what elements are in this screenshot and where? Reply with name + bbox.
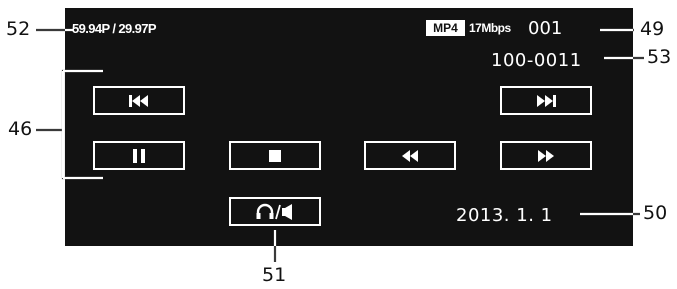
folder-file-number: 100-0011 [491,50,582,71]
callout-50: 50 [643,202,668,224]
callout-51: 51 [262,264,287,286]
rewind-button[interactable] [364,141,456,170]
frame-rate-label: 59.94P / 29.97P [72,21,157,36]
callout-46: 46 [8,118,33,140]
stop-icon [269,149,281,162]
callout-52: 52 [6,18,31,40]
headphones-speaker-icon [256,203,292,220]
skip-back-button[interactable] [93,86,185,115]
callout-53: 53 [647,46,672,68]
audio-output-button[interactable] [229,197,321,226]
bitrate-label: 17Mbps [469,21,511,35]
skip-forward-button[interactable] [500,86,592,115]
stop-button[interactable] [229,141,321,170]
skip-back-icon [129,94,148,107]
fast-forward-button[interactable] [500,141,592,170]
pause-icon [133,148,145,163]
fast-forward-icon [538,149,554,162]
format-badge: MP4 [426,20,465,36]
pause-button[interactable] [93,141,185,170]
clip-number: 001 [528,18,563,39]
callout-49: 49 [640,18,665,40]
skip-forward-icon [537,94,556,107]
recording-date: 2013. 1. 1 [456,205,553,226]
rewind-icon [402,149,418,162]
